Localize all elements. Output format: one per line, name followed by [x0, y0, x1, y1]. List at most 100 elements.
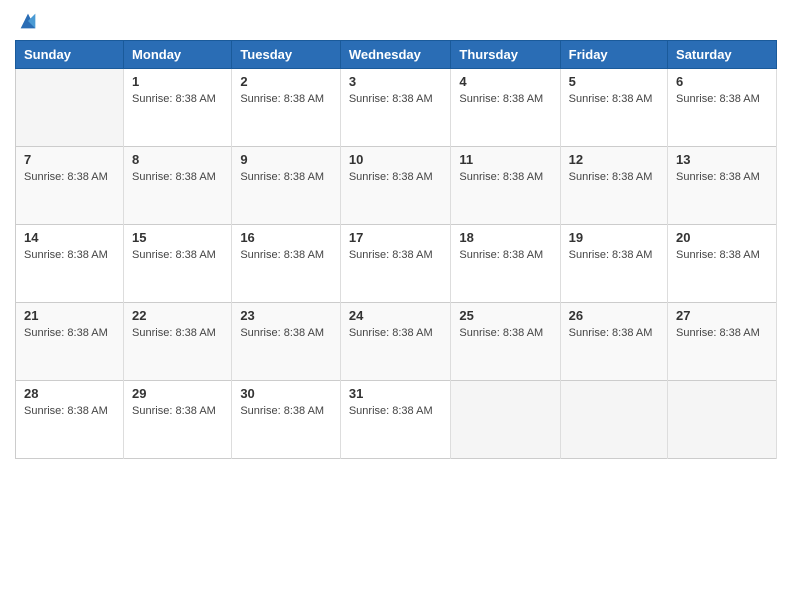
day-cell: 27 Sunrise: 8:38 AM [668, 303, 777, 381]
header-saturday: Saturday [668, 41, 777, 69]
day-number: 29 [132, 386, 223, 401]
day-number: 11 [459, 152, 551, 167]
day-number: 10 [349, 152, 443, 167]
header-monday: Monday [124, 41, 232, 69]
day-number: 13 [676, 152, 768, 167]
day-cell: 26 Sunrise: 8:38 AM [560, 303, 667, 381]
day-sunrise: Sunrise: 8:38 AM [132, 405, 216, 417]
day-number: 31 [349, 386, 443, 401]
day-cell: 24 Sunrise: 8:38 AM [340, 303, 451, 381]
calendar-page: Sunday Monday Tuesday Wednesday Thursday… [0, 0, 792, 612]
header-thursday: Thursday [451, 41, 560, 69]
header-wednesday: Wednesday [340, 41, 451, 69]
header [15, 10, 777, 32]
day-number: 30 [240, 386, 332, 401]
day-sunrise: Sunrise: 8:38 AM [132, 249, 216, 261]
day-sunrise: Sunrise: 8:38 AM [132, 93, 216, 105]
day-number: 5 [569, 74, 659, 89]
day-cell: 30 Sunrise: 8:38 AM [232, 381, 341, 459]
day-sunrise: Sunrise: 8:38 AM [569, 93, 653, 105]
day-number: 2 [240, 74, 332, 89]
day-sunrise: Sunrise: 8:38 AM [132, 171, 216, 183]
day-sunrise: Sunrise: 8:38 AM [240, 249, 324, 261]
day-cell: 1 Sunrise: 8:38 AM [124, 69, 232, 147]
day-number: 8 [132, 152, 223, 167]
day-number: 3 [349, 74, 443, 89]
day-number: 1 [132, 74, 223, 89]
day-sunrise: Sunrise: 8:38 AM [676, 327, 760, 339]
day-cell: 5 Sunrise: 8:38 AM [560, 69, 667, 147]
day-sunrise: Sunrise: 8:38 AM [676, 93, 760, 105]
logo-icon [17, 10, 39, 32]
day-sunrise: Sunrise: 8:38 AM [132, 327, 216, 339]
day-sunrise: Sunrise: 8:38 AM [349, 327, 433, 339]
day-cell: 14 Sunrise: 8:38 AM [16, 225, 124, 303]
day-cell: 6 Sunrise: 8:38 AM [668, 69, 777, 147]
day-sunrise: Sunrise: 8:38 AM [240, 93, 324, 105]
day-cell: 25Sunrise: 8:38 AM [451, 303, 560, 381]
day-cell: 8 Sunrise: 8:38 AM [124, 147, 232, 225]
day-number: 20 [676, 230, 768, 245]
day-sunrise: Sunrise: 8:38 AM [676, 171, 760, 183]
day-sunrise: Sunrise: 8:38 AM [24, 405, 108, 417]
week-row-1: 1 Sunrise: 8:38 AM 2 Sunrise: 8:38 AM 3 Sunri… [16, 69, 777, 147]
calendar-table: Sunday Monday Tuesday Wednesday Thursday… [15, 40, 777, 459]
day-sunrise: Sunrise: 8:38 AM [569, 171, 653, 183]
day-cell: 21 Sunrise: 8:38 AM [16, 303, 124, 381]
day-number: 28 [24, 386, 115, 401]
logo [15, 10, 39, 32]
day-sunrise: Sunrise: 8:38 AM [569, 249, 653, 261]
day-sunrise: Sunrise: 8:38 AM [240, 405, 324, 417]
day-number: 26 [569, 308, 659, 323]
header-tuesday: Tuesday [232, 41, 341, 69]
day-sunrise: Sunrise: 8:38 AM [24, 327, 108, 339]
day-sunrise: Sunrise: 8:38 AM [459, 249, 543, 261]
week-row-2: 7Sunrise: 8:38 AM 8 Sunrise: 8:38 AM 9 Sunri… [16, 147, 777, 225]
day-number: 21 [24, 308, 115, 323]
day-cell: 2 Sunrise: 8:38 AM [232, 69, 341, 147]
week-row-3: 14 Sunrise: 8:38 AM 15 Sunrise: 8:38 AM 16 Su… [16, 225, 777, 303]
day-sunrise: Sunrise: 8:38 AM [349, 249, 433, 261]
day-number: 16 [240, 230, 332, 245]
day-cell: 11 Sunrise: 8:38 AM [451, 147, 560, 225]
day-number: 6 [676, 74, 768, 89]
day-number: 19 [569, 230, 659, 245]
day-cell: 31 Sunrise: 8:38 AM [340, 381, 451, 459]
day-number: 23 [240, 308, 332, 323]
day-number: 14 [24, 230, 115, 245]
day-cell [16, 69, 124, 147]
day-cell: 9 Sunrise: 8:38 AM [232, 147, 341, 225]
day-sunrise: Sunrise: 8:38 AM [459, 171, 543, 183]
day-cell: 7Sunrise: 8:38 AM [16, 147, 124, 225]
day-cell [560, 381, 667, 459]
day-cell: 13 Sunrise: 8:38 AM [668, 147, 777, 225]
day-number: 18 [459, 230, 551, 245]
day-number: 17 [349, 230, 443, 245]
day-cell: 20Sunrise: 8:38 AM [668, 225, 777, 303]
day-cell: 29 Sunrise: 8:38 AM [124, 381, 232, 459]
day-sunrise: Sunrise: 8:38 AM [349, 171, 433, 183]
day-cell [451, 381, 560, 459]
day-cell: 18 Sunrise: 8:38 AM [451, 225, 560, 303]
day-cell: 15 Sunrise: 8:38 AM [124, 225, 232, 303]
day-cell: 17 Sunrise: 8:38 AM [340, 225, 451, 303]
day-cell: 23Sunrise: 8:38 AM [232, 303, 341, 381]
weekday-header-row: Sunday Monday Tuesday Wednesday Thursday… [16, 41, 777, 69]
day-number: 15 [132, 230, 223, 245]
day-cell [668, 381, 777, 459]
day-sunrise: Sunrise: 8:38 AM [569, 327, 653, 339]
day-number: 4 [459, 74, 551, 89]
day-cell: 28 Sunrise: 8:38 AM [16, 381, 124, 459]
day-sunrise: Sunrise: 8:38 AM [349, 93, 433, 105]
day-number: 12 [569, 152, 659, 167]
day-sunrise: Sunrise: 8:38 AM [240, 171, 324, 183]
day-number: 22 [132, 308, 223, 323]
day-number: 9 [240, 152, 332, 167]
day-number: 27 [676, 308, 768, 323]
day-number: 24 [349, 308, 443, 323]
day-cell: 4Sunrise: 8:38 AM [451, 69, 560, 147]
header-sunday: Sunday [16, 41, 124, 69]
day-sunrise: Sunrise: 8:38 AM [24, 249, 108, 261]
day-cell: 19 Sunrise: 8:38 AM [560, 225, 667, 303]
day-sunrise: Sunrise: 8:38 AM [349, 405, 433, 417]
